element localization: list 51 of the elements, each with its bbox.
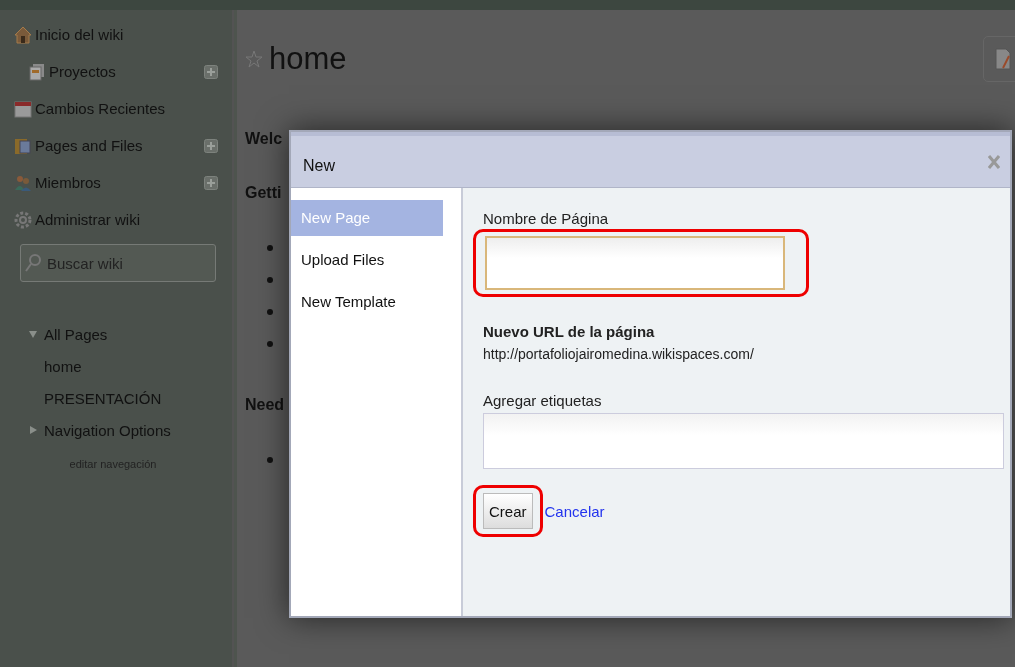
nav-link[interactable]: Proyectos — [28, 62, 204, 81]
nav-link[interactable]: Pages and Files — [14, 136, 204, 155]
nav-label: Cambios Recientes — [35, 100, 166, 117]
page-title: home — [269, 41, 348, 77]
url-text: http://portafoliojairomedina.wikispaces.com/ — [483, 346, 755, 362]
nav-label: Miembros — [35, 174, 101, 191]
field-label: Nuevo URL de la página — [483, 323, 656, 340]
nav-link[interactable]: Cambios Recientes — [14, 99, 228, 118]
nav-link[interactable]: Inicio del wiki — [14, 25, 228, 44]
nav-link[interactable]: Miembros — [14, 173, 204, 192]
bullet-icon — [267, 277, 273, 283]
nav-label: Pages and Files — [35, 137, 143, 154]
field-label: Nombre de Página — [483, 210, 610, 227]
folder-icon — [14, 136, 32, 155]
tree-link[interactable]: PRESENTACIÓN — [44, 389, 162, 407]
plus-icon[interactable] — [204, 64, 218, 79]
cancel-link[interactable]: Cancelar — [544, 502, 605, 520]
nav-label: Administrar wiki — [35, 211, 140, 228]
bullet-icon — [267, 245, 273, 251]
tree-link[interactable]: home — [44, 357, 82, 375]
house-icon — [14, 25, 32, 44]
tags-field[interactable] — [483, 413, 1004, 469]
plus-icon[interactable] — [204, 138, 218, 153]
section-heading: Need — [245, 396, 285, 414]
close-icon[interactable] — [988, 154, 1000, 169]
document-pencil-icon — [995, 48, 1011, 70]
tree-link[interactable]: All Pages — [44, 325, 108, 343]
calendar-icon — [14, 99, 32, 118]
dialog-tab[interactable]: New Template — [291, 284, 443, 320]
dialog-tab[interactable]: New Page — [291, 200, 443, 236]
dialog-tab[interactable]: Upload Files — [291, 242, 443, 278]
gear-icon — [14, 210, 32, 229]
page-name-field[interactable] — [485, 236, 785, 290]
section-heading: Getti — [245, 184, 282, 202]
bullet-icon — [267, 457, 273, 463]
tree-link[interactable]: Navigation Options — [44, 421, 171, 439]
bullet-icon — [267, 309, 273, 315]
document-icon — [28, 62, 46, 81]
edit-button[interactable] — [983, 36, 1015, 82]
bullet-icon — [267, 341, 273, 347]
dialog-title: New — [303, 155, 335, 175]
plus-icon[interactable] — [204, 175, 218, 190]
nav-label: Inicio del wiki — [35, 26, 124, 43]
section-heading: Welc — [245, 130, 283, 148]
nav-label: Proyectos — [49, 63, 116, 80]
create-button[interactable]: Crear — [483, 493, 533, 529]
search-icon — [25, 254, 41, 272]
field-label: Agregar etiquetas — [483, 392, 603, 409]
people-icon — [14, 173, 32, 192]
star-icon — [245, 50, 263, 68]
nav-link[interactable]: Administrar wiki — [14, 210, 228, 229]
